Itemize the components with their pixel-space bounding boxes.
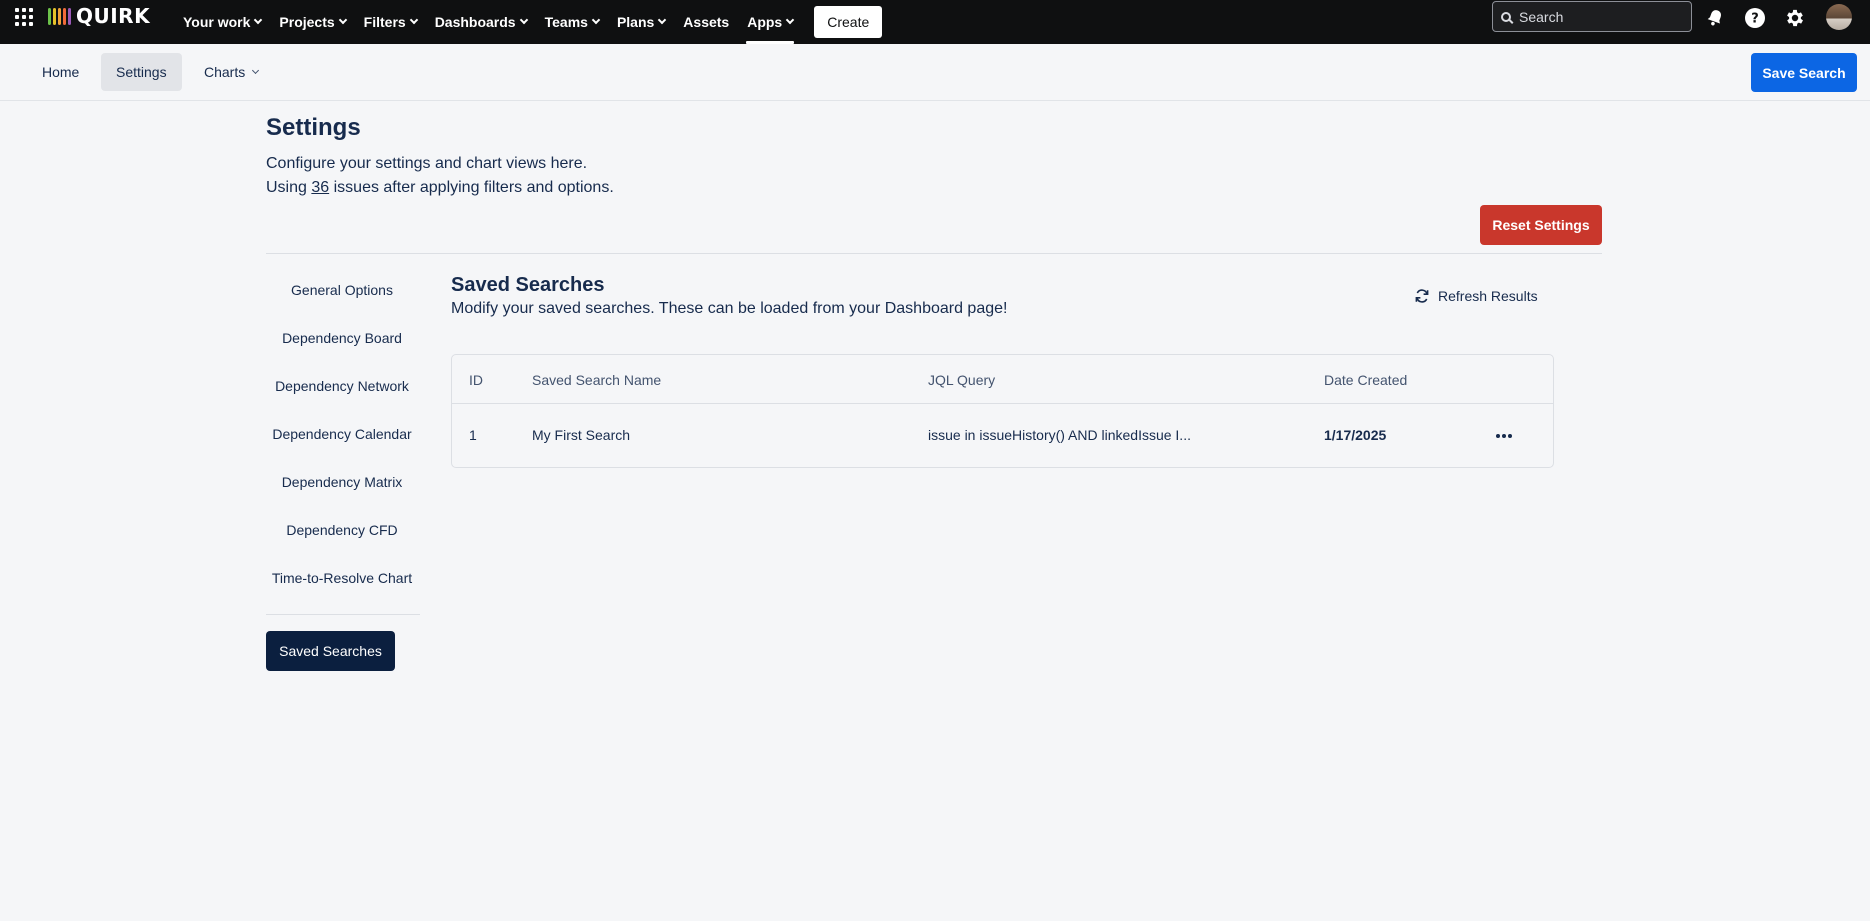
description-line: Configure your settings and chart views … <box>266 155 588 172</box>
chevron-down-icon <box>658 15 667 25</box>
table-row[interactable]: 1 My First Search issue in issueHistory(… <box>452 404 1553 468</box>
logo-bar <box>58 7 61 25</box>
chevron-down-icon <box>785 15 795 25</box>
refresh-icon <box>1415 289 1429 303</box>
column-header-jql: JQL Query <box>928 372 996 388</box>
sidebar-item-dependency-matrix[interactable]: Dependency Matrix <box>266 462 418 502</box>
cell-date: 1/17/2025 <box>1324 427 1387 443</box>
sidebar-item-dependency-calendar[interactable]: Dependency Calendar <box>266 414 418 454</box>
column-header-date: Date Created <box>1324 372 1408 388</box>
cell-name: My First Search <box>532 427 631 443</box>
logo-bar <box>63 7 66 25</box>
quirk-logo[interactable]: QUIRK <box>48 4 150 28</box>
table-header: ID Saved Search Name JQL Query Date Crea… <box>452 355 1553 404</box>
tab-label: Charts <box>204 64 246 80</box>
header-divider <box>266 253 1602 254</box>
nav-label: Your work <box>183 14 251 30</box>
app-switcher-icon[interactable] <box>14 7 34 27</box>
refresh-label: Refresh Results <box>1438 288 1538 304</box>
issue-count-line: Using 36 issues after applying filters a… <box>266 176 614 200</box>
logo-bar <box>68 7 71 25</box>
chevron-down-icon <box>409 15 418 25</box>
chevron-down-icon <box>591 15 601 25</box>
notifications-icon[interactable] <box>1703 6 1727 30</box>
logo-text: QUIRK <box>76 4 151 28</box>
help-icon[interactable]: ? <box>1743 6 1767 30</box>
nav-plans[interactable]: Plans <box>608 0 674 44</box>
description-prefix: Using <box>266 179 307 196</box>
logo-bar <box>48 7 51 25</box>
cell-id: 1 <box>469 427 477 443</box>
page-title: Settings <box>266 114 361 141</box>
chevron-down-icon <box>338 15 347 25</box>
section-description: Modify your saved searches. These can be… <box>451 300 1008 317</box>
cell-jql: issue in issueHistory() AND linkedIssue … <box>928 427 1191 443</box>
nav-label: Projects <box>279 14 335 30</box>
page-description: Configure your settings and chart views … <box>266 152 614 200</box>
sidebar-item-dependency-network[interactable]: Dependency Network <box>266 366 418 406</box>
nav-apps[interactable]: Apps <box>738 0 802 44</box>
saved-searches-table: ID Saved Search Name JQL Query Date Crea… <box>451 354 1554 468</box>
nav-dashboards[interactable]: Dashboards <box>426 0 536 44</box>
nav-assets[interactable]: Assets <box>674 0 738 44</box>
more-actions-icon[interactable] <box>1490 422 1518 450</box>
tab-label: Home <box>42 64 80 80</box>
reset-settings-button[interactable]: Reset Settings <box>1480 205 1602 245</box>
global-search[interactable] <box>1492 1 1692 32</box>
settings-icon[interactable] <box>1783 6 1807 30</box>
chevron-down-icon <box>519 15 528 25</box>
nav-label: Assets <box>683 14 730 30</box>
nav-label: Teams <box>544 14 588 30</box>
user-avatar[interactable] <box>1826 4 1852 30</box>
tab-charts[interactable]: Charts <box>189 53 273 91</box>
save-search-button[interactable]: Save Search <box>1751 53 1857 92</box>
sub-navigation: Home Settings Charts Save Search <box>0 44 1870 101</box>
description-suffix: issues after applying filters and option… <box>333 179 614 196</box>
nav-label: Filters <box>363 14 406 30</box>
refresh-results-button[interactable]: Refresh Results <box>1414 282 1538 310</box>
nav-label: Plans <box>616 14 655 30</box>
search-input[interactable] <box>1519 8 1679 25</box>
chevron-down-icon <box>254 15 263 25</box>
top-navigation: QUIRK Your work Projects Filters Dashboa… <box>0 0 1870 44</box>
nav-label: Dashboards <box>434 14 516 30</box>
search-icon <box>1501 11 1511 22</box>
section-title: Saved Searches <box>451 274 605 296</box>
sidebar-item-dependency-board[interactable]: Dependency Board <box>266 318 418 358</box>
svg-text:?: ? <box>1751 12 1759 27</box>
sidebar-divider <box>266 614 420 615</box>
nav-teams[interactable]: Teams <box>536 0 608 44</box>
nav-your-work[interactable]: Your work <box>174 0 270 44</box>
nav-label: Apps <box>747 14 783 30</box>
sidebar-item-saved-searches[interactable]: Saved Searches <box>266 631 395 671</box>
create-button[interactable]: Create <box>814 6 883 38</box>
tab-settings[interactable]: Settings <box>101 53 182 91</box>
nav-projects[interactable]: Projects <box>270 0 354 44</box>
column-header-id: ID <box>469 372 483 388</box>
sidebar-item-dependency-cfd[interactable]: Dependency CFD <box>266 510 418 550</box>
nav-filters[interactable]: Filters <box>355 0 426 44</box>
tab-home[interactable]: Home <box>27 53 94 91</box>
sidebar-item-time-to-resolve-chart[interactable]: Time-to-Resolve Chart <box>266 558 418 598</box>
sidebar-item-general-options[interactable]: General Options <box>266 270 418 310</box>
primary-nav: Your work Projects Filters Dashboards Te… <box>174 0 883 44</box>
logo-bar <box>53 7 56 25</box>
chevron-down-icon <box>252 66 260 75</box>
column-header-name: Saved Search Name <box>532 372 662 388</box>
logo-mark-icon <box>48 7 71 25</box>
tab-label: Settings <box>116 64 167 80</box>
issue-count-link[interactable]: 36 <box>311 179 329 196</box>
